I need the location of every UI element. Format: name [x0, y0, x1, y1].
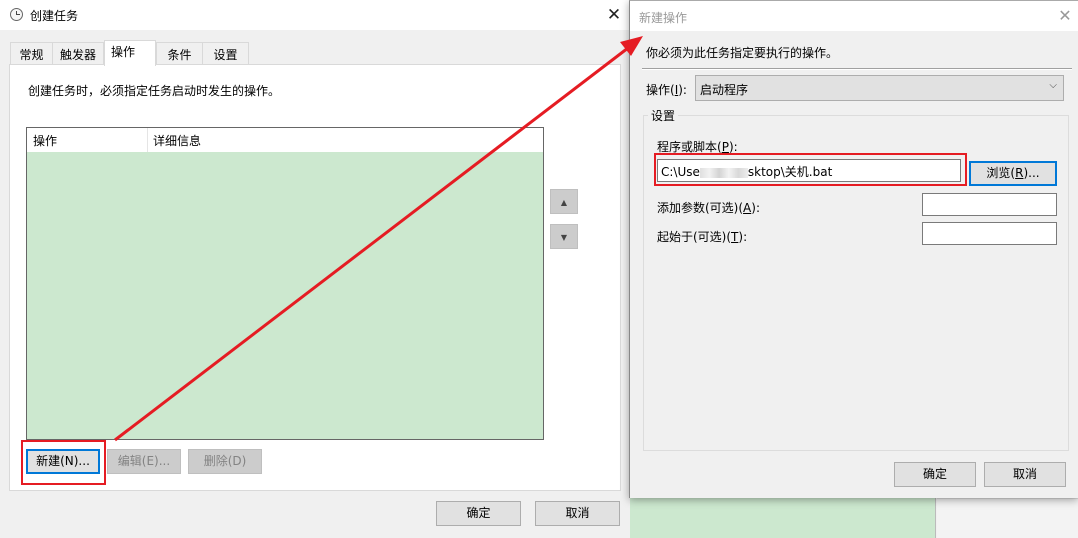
divider — [642, 68, 1072, 70]
chevron-down-icon: ⌵ — [1049, 80, 1057, 91]
underlying-window-fragment — [937, 498, 1078, 538]
tab-triggers[interactable]: 触发器 — [52, 42, 104, 65]
start-in-label: 起始于(可选)(T): — [657, 230, 748, 244]
move-down-button[interactable]: ▼ — [550, 224, 578, 249]
arrow-up-icon: ▲ — [560, 198, 568, 207]
actions-list[interactable]: 操作 详细信息 — [26, 127, 544, 440]
close-button[interactable]: ✕ — [600, 3, 628, 27]
list-header: 操作 详细信息 — [27, 128, 543, 152]
highlight-new-button — [21, 440, 106, 485]
edit-action-button[interactable]: 编辑(E)... — [107, 449, 181, 474]
tab-conditions[interactable]: 条件 — [156, 42, 203, 65]
column-header-action[interactable]: 操作 — [33, 132, 57, 149]
instruction-text: 你必须为此任务指定要执行的操作。 — [646, 46, 839, 60]
underlying-list-fragment — [630, 498, 936, 538]
arguments-input[interactable] — [922, 193, 1057, 216]
title-bar: 创建任务 ✕ — [0, 0, 632, 30]
arrow-down-icon: ▼ — [560, 233, 568, 242]
ok-button[interactable]: 确定 — [436, 501, 521, 526]
arguments-label: 添加参数(可选)(A): — [657, 201, 760, 215]
title-bar: 新建操作 ✕ — [630, 1, 1078, 31]
close-button[interactable]: ✕ — [1052, 4, 1078, 28]
highlight-program-input — [654, 153, 967, 186]
action-type-select[interactable]: 启动程序 ⌵ — [695, 75, 1064, 101]
new-action-dialog: 新建操作 ✕ 你必须为此任务指定要执行的操作。 操作(I): 启动程序 ⌵ 设置… — [629, 0, 1078, 498]
settings-group-title: 设置 — [648, 107, 679, 124]
tab-actions[interactable]: 操作 — [104, 40, 156, 66]
tab-general[interactable]: 常规 — [10, 42, 53, 65]
dialog-title: 创建任务 — [30, 9, 79, 23]
action-type-value: 启动程序 — [700, 83, 749, 97]
action-type-label: 操作(I): — [646, 83, 687, 97]
start-in-input[interactable] — [922, 222, 1057, 245]
column-divider[interactable] — [147, 128, 148, 152]
actions-tab-panel: 创建任务时，必须指定任务启动时发生的操作。 操作 详细信息 ▲ ▼ 新建(N).… — [9, 64, 621, 491]
cancel-button[interactable]: 取消 — [535, 501, 620, 526]
ok-button[interactable]: 确定 — [894, 462, 976, 487]
cancel-button[interactable]: 取消 — [984, 462, 1066, 487]
tab-settings[interactable]: 设置 — [202, 42, 249, 65]
actions-description: 创建任务时，必须指定任务启动时发生的操作。 — [28, 84, 281, 98]
dialog-title: 新建操作 — [639, 11, 688, 25]
column-header-details[interactable]: 详细信息 — [153, 132, 201, 149]
delete-action-button[interactable]: 删除(D) — [188, 449, 262, 474]
clock-icon — [10, 8, 23, 21]
browse-button[interactable]: 浏览(R)... — [969, 161, 1057, 186]
move-up-button[interactable]: ▲ — [550, 189, 578, 214]
